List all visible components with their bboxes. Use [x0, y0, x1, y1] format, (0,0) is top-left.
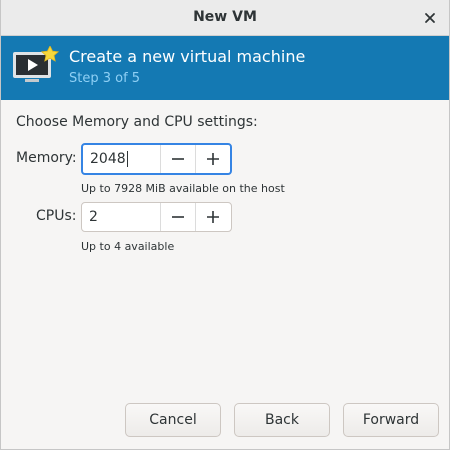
- plus-icon: [207, 211, 219, 223]
- cpus-input[interactable]: 2: [82, 203, 160, 231]
- cpus-label: CPUs:: [36, 208, 77, 224]
- cpus-hint: Up to 4 available: [81, 240, 175, 253]
- window-title: New VM: [193, 9, 257, 25]
- minus-icon: [172, 158, 185, 160]
- close-button[interactable]: [419, 7, 441, 29]
- cpus-spinbox[interactable]: 2: [81, 202, 232, 232]
- cpus-increment-button[interactable]: [195, 203, 230, 231]
- minus-icon: [172, 216, 184, 218]
- plus-icon: [207, 153, 220, 165]
- vm-screen-icon: [13, 46, 59, 82]
- close-icon: [425, 13, 435, 23]
- memory-spinbox[interactable]: 2048: [81, 143, 232, 175]
- settings-heading: Choose Memory and CPU settings:: [16, 114, 258, 130]
- memory-input[interactable]: 2048: [83, 145, 160, 173]
- title-bar: New VM: [1, 0, 449, 36]
- text-cursor: [126, 151, 128, 167]
- cpus-decrement-button[interactable]: [160, 203, 195, 231]
- memory-decrement-button[interactable]: [160, 145, 195, 173]
- cancel-button[interactable]: Cancel: [125, 403, 221, 437]
- memory-label: Memory:: [16, 150, 77, 166]
- banner-title: Create a new virtual machine: [69, 47, 306, 66]
- back-button[interactable]: Back: [234, 403, 330, 437]
- memory-hint: Up to 7928 MiB available on the host: [81, 182, 285, 195]
- step-indicator: Step 3 of 5: [69, 71, 141, 86]
- memory-increment-button[interactable]: [195, 145, 230, 173]
- forward-button[interactable]: Forward: [343, 403, 439, 437]
- new-vm-dialog: New VM Create a new virtual machine Step…: [0, 0, 450, 450]
- wizard-banner: Create a new virtual machine Step 3 of 5: [1, 36, 449, 100]
